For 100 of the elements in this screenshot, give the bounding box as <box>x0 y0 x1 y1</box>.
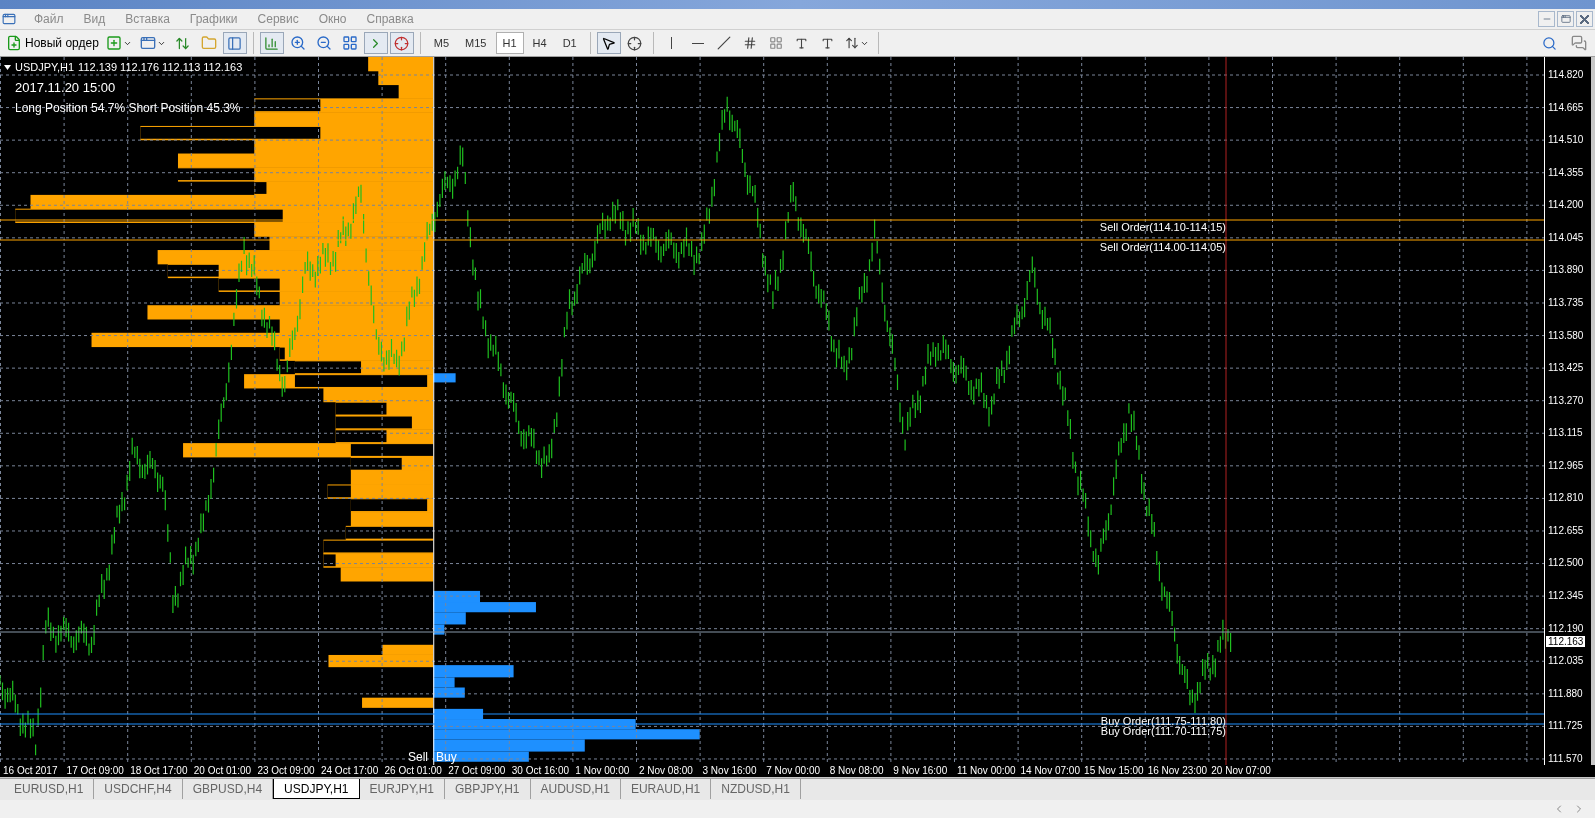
chart-tab[interactable]: GBPJPY,H1 <box>445 779 531 799</box>
timeframe-button[interactable]: H4 <box>525 32 554 54</box>
time-label: 1 Nov 00:00 <box>574 765 631 777</box>
price-label: 113.115 <box>1547 427 1584 440</box>
time-label: 16 Oct 2017 <box>2 765 59 777</box>
menu-item[interactable]: Сервис <box>247 10 309 28</box>
price-label: 113.270 <box>1547 394 1585 407</box>
price-label: 113.580 <box>1547 329 1585 342</box>
price-label: 111.570 <box>1547 752 1584 765</box>
sell-label: Sell <box>408 751 428 764</box>
collapse-triangle-icon[interactable] <box>4 64 11 70</box>
time-label: 18 Oct 17:00 <box>129 765 189 777</box>
up-down-arrows-icon <box>844 36 859 50</box>
bar-chart-button[interactable] <box>259 32 284 54</box>
menu-item[interactable]: Справка <box>356 10 424 28</box>
restore-icon <box>1560 14 1571 24</box>
price-label: 114.355 <box>1547 166 1585 179</box>
chat-icon <box>1571 35 1587 51</box>
text-icon <box>795 36 809 50</box>
chart-tab[interactable]: USDCHF,H4 <box>94 779 183 799</box>
time-label: 7 Nov 00:00 <box>765 765 822 777</box>
search-icon <box>1541 35 1557 51</box>
time-label: 9 Nov 16:00 <box>892 765 949 777</box>
time-label: 15 Nov 15:00 <box>1083 765 1145 777</box>
diagonal-line-icon <box>716 36 731 50</box>
order-label: Sell Order(114.00-114.05) <box>1099 241 1226 253</box>
price-label: 112.500 <box>1547 557 1585 570</box>
menu-item[interactable]: Вставка <box>115 10 180 28</box>
cursor-icon <box>601 35 617 51</box>
menu-item[interactable]: Файл <box>24 10 74 28</box>
time-label: 3 Nov 16:00 <box>701 765 758 777</box>
price-label: 114.200 <box>1547 199 1585 212</box>
chart-tab[interactable]: AUDUSD,H1 <box>530 779 621 799</box>
autoscroll-button[interactable] <box>389 32 414 54</box>
buy-label: Buy <box>436 751 457 764</box>
grid-icon <box>768 36 783 50</box>
close-icon <box>1580 14 1589 24</box>
timeframe-button[interactable]: M15 <box>458 32 494 54</box>
order-label: Buy Order(111.75-111.80) <box>1100 715 1226 727</box>
volume-gap-bar <box>279 347 285 360</box>
price-label: 113.735 <box>1547 296 1585 309</box>
up-down-arrows-icon <box>175 35 191 51</box>
chart-tab[interactable]: NZDUSD,H1 <box>711 779 801 799</box>
price-label: 112.655 <box>1547 524 1585 537</box>
chart-tab[interactable]: EURUSD,H1 <box>4 779 95 799</box>
restore-button[interactable] <box>1557 11 1574 27</box>
position-ratio: Long Position 54.7% Short Position 45.3% <box>15 100 241 117</box>
new-order-button[interactable]: Новый ордер <box>4 32 101 54</box>
price-label: 112.345 <box>1547 590 1585 602</box>
text-icon <box>821 36 835 50</box>
time-label: 8 Nov 08:00 <box>828 765 885 777</box>
window-icon <box>139 35 156 51</box>
sell-volume-bar <box>362 697 434 708</box>
time-label: 24 Oct 17:00 <box>319 765 380 777</box>
chart-tab[interactable]: EURAUD,H1 <box>620 779 712 799</box>
menu-item[interactable]: Вид <box>73 10 116 28</box>
price-label: 114.510 <box>1547 134 1585 147</box>
document-plus-icon <box>6 35 22 51</box>
time-label: 17 Oct 09:00 <box>65 765 125 777</box>
panel-icon <box>227 35 243 51</box>
price-label: 111.725 <box>1547 720 1584 733</box>
sell-volume-bar <box>368 57 434 72</box>
price-label: 114.045 <box>1547 231 1585 244</box>
time-label: 20 Oct 01:00 <box>192 765 253 777</box>
price-label: 114.820 <box>1547 69 1585 81</box>
price-label: 112.810 <box>1547 492 1585 505</box>
time-label: 27 Oct 09:00 <box>447 765 507 777</box>
cursor-button[interactable] <box>596 32 621 54</box>
app-icon <box>2 12 16 26</box>
price-label: 112.965 <box>1547 459 1585 472</box>
time-label: 16 Nov 23:00 <box>1146 765 1209 777</box>
timeframe-button[interactable]: M5 <box>426 32 457 54</box>
hash-icon <box>742 36 757 50</box>
bar-chart-icon <box>264 35 280 51</box>
time-label: 30 Oct 16:00 <box>510 765 570 777</box>
crosshair-icon <box>394 35 410 51</box>
plus-icon <box>105 35 122 51</box>
price-label: 113.890 <box>1547 264 1585 277</box>
current-price-label: 112.163 <box>1546 636 1586 647</box>
time-label: 20 Nov 07:00 <box>1210 765 1272 777</box>
vertical-line-icon <box>671 37 673 49</box>
time-label: 11 Nov 00:00 <box>955 765 1017 777</box>
price-label: 114.665 <box>1547 101 1585 114</box>
zoom-in-icon <box>289 35 306 51</box>
price-label: 111.880 <box>1547 687 1584 700</box>
menu-item[interactable]: Графики <box>179 10 248 28</box>
menu-item[interactable]: Окно <box>308 10 357 28</box>
time-label: 26 Oct 01:00 <box>383 765 443 777</box>
chart-tab[interactable]: EURJPY,H1 <box>359 779 446 799</box>
timeframe-button[interactable]: H1 <box>495 32 524 54</box>
timeframe-button[interactable]: D1 <box>555 32 584 54</box>
close-button[interactable] <box>1576 11 1593 27</box>
chart-datetime: 2017.11.20 15:00 <box>15 79 116 97</box>
order-label: Sell Order(114.10-114.15) <box>1099 221 1226 233</box>
chart-tab[interactable]: USDJPY,H1 <box>273 779 360 799</box>
time-label: 23 Oct 09:00 <box>256 765 316 777</box>
price-label: 112.190 <box>1547 622 1585 635</box>
price-label: 113.425 <box>1547 362 1585 375</box>
navigator-button[interactable] <box>222 32 247 54</box>
horizontal-line-icon <box>691 42 704 44</box>
